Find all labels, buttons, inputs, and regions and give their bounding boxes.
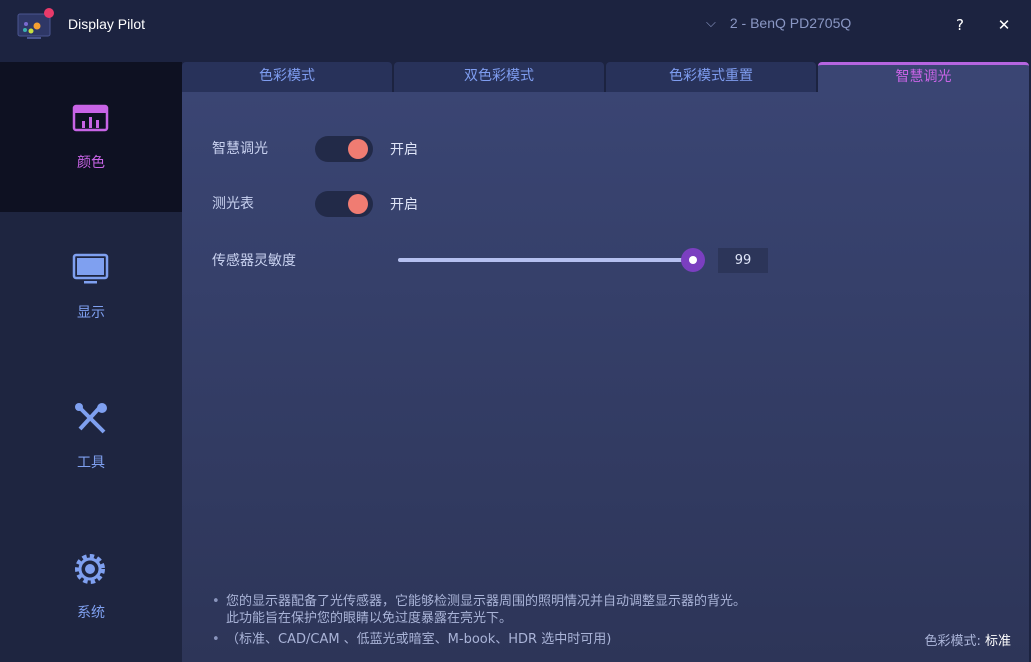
sensor-sensitivity-label: 传感器灵敏度 (212, 253, 296, 269)
toggle-knob (348, 194, 368, 214)
light-meter-label: 测光表 (212, 196, 254, 212)
help-button[interactable]: ? (945, 12, 975, 38)
note-line-3: • （标准、CAD/CAM 、低蓝光或暗室、M-book、HDR 选中时可用) (212, 628, 611, 647)
smart-dimming-panel: 智慧调光 开启 测光表 开启 传感器灵敏度 99 • 您的显示器配备了光传感器，它… (182, 92, 1029, 662)
monitor-icon (72, 253, 109, 284)
tab-color-mode[interactable]: 色彩模式 (182, 62, 392, 92)
light-meter-state: 开启 (390, 197, 418, 213)
slider-thumb[interactable] (681, 248, 706, 272)
tab-bar: 色彩模式 双色彩模式 色彩模式重置 智慧调光 (182, 62, 1031, 92)
sidebar-item-system[interactable]: 系统 (0, 512, 182, 662)
mode-label: 色彩模式: (924, 634, 981, 649)
sidebar-label: 系统 (77, 605, 105, 621)
close-button[interactable]: ✕ (989, 12, 1019, 38)
tab-color-mode-reset[interactable]: 色彩模式重置 (606, 62, 816, 92)
chevron-down-icon: ⌵ (706, 15, 716, 30)
app-title: Display Pilot (68, 16, 146, 32)
sensor-sensitivity-slider[interactable] (398, 248, 706, 272)
sensor-sensitivity-value[interactable]: 99 (718, 248, 768, 273)
smart-dimming-state: 开启 (390, 142, 418, 158)
tab-smart-dimming[interactable]: 智慧调光 (818, 62, 1029, 92)
mode-value: 标准 (984, 634, 1011, 649)
gear-icon (75, 554, 105, 584)
light-meter-toggle[interactable] (315, 191, 373, 217)
bullet: • (212, 632, 220, 647)
smart-dimming-label: 智慧调光 (212, 141, 268, 157)
tools-icon (75, 403, 107, 434)
title-bar: Display Pilot ⌵ 2 - BenQ PD2705Q ? ✕ (0, 0, 1031, 62)
sidebar-item-color[interactable]: 颜色 (0, 62, 182, 212)
sidebar-label: 显示 (77, 305, 105, 321)
smart-dimming-toggle[interactable] (315, 136, 373, 162)
app-logo-icon (17, 8, 54, 39)
toggle-knob (348, 139, 368, 159)
sidebar: 颜色 显示 工具 系统 (0, 62, 182, 662)
monitor-selector[interactable]: ⌵ 2 - BenQ PD2705Q (706, 15, 851, 31)
sidebar-label: 工具 (77, 455, 105, 471)
sidebar-item-display[interactable]: 显示 (0, 212, 182, 362)
sidebar-item-tools[interactable]: 工具 (0, 362, 182, 512)
note-text: （标准、CAD/CAM 、低蓝光或暗室、M-book、HDR 选中时可用) (226, 632, 612, 647)
sidebar-label: 颜色 (77, 155, 105, 171)
note-line-2: 此功能旨在保护您的眼睛以免过度暴露在亮光下。 (226, 611, 513, 626)
monitor-name: 2 - BenQ PD2705Q (729, 15, 852, 31)
bullet: • (212, 594, 220, 609)
color-icon (72, 104, 109, 132)
tab-dual-color-mode[interactable]: 双色彩模式 (394, 62, 604, 92)
current-color-mode: 色彩模式: 标准 (924, 630, 1011, 649)
